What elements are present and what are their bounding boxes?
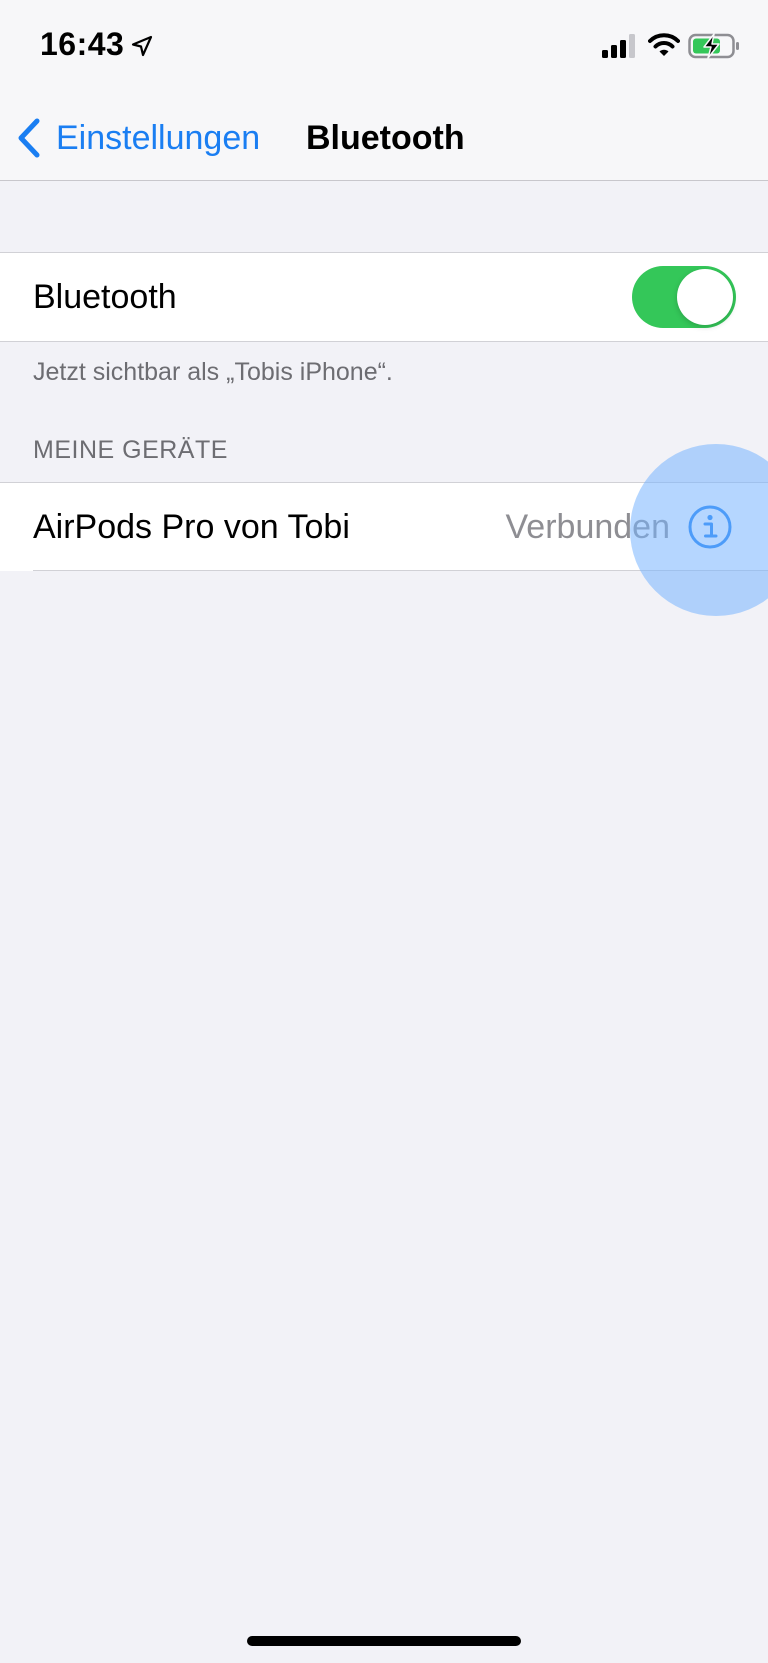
row-divider xyxy=(33,570,768,571)
visibility-note: Jetzt sichtbar als „Tobis iPhone“. xyxy=(33,358,393,386)
bluetooth-toggle-row: Bluetooth xyxy=(0,252,768,342)
device-name: AirPods Pro von Tobi xyxy=(33,507,350,546)
home-indicator xyxy=(247,1636,521,1646)
status-time: 16:43 xyxy=(40,26,125,62)
info-icon[interactable] xyxy=(687,504,733,550)
back-button-label: Einstellungen xyxy=(56,118,261,157)
device-status: Verbunden xyxy=(505,507,671,546)
bluetooth-label: Bluetooth xyxy=(33,277,177,316)
battery-charging-icon xyxy=(688,33,739,59)
location-arrow-icon xyxy=(131,35,153,57)
back-button[interactable]: Einstellungen xyxy=(16,96,260,180)
chevron-left-icon xyxy=(18,118,40,158)
wifi-icon xyxy=(648,33,680,56)
device-row-airpods[interactable]: AirPods Pro von Tobi Verbunden xyxy=(0,482,768,571)
cellular-signal-icon xyxy=(602,34,635,58)
top-bar-area: 16:43 Einstellungen Bluetooth xyxy=(0,0,768,181)
bluetooth-toggle[interactable] xyxy=(632,266,736,328)
navigation-bar: Einstellungen Bluetooth xyxy=(0,96,768,180)
toggle-knob xyxy=(677,269,733,325)
status-bar: 16:43 xyxy=(0,0,768,96)
my-devices-header: MEINE GERÄTE xyxy=(33,436,228,464)
page-title: Bluetooth xyxy=(306,119,465,157)
